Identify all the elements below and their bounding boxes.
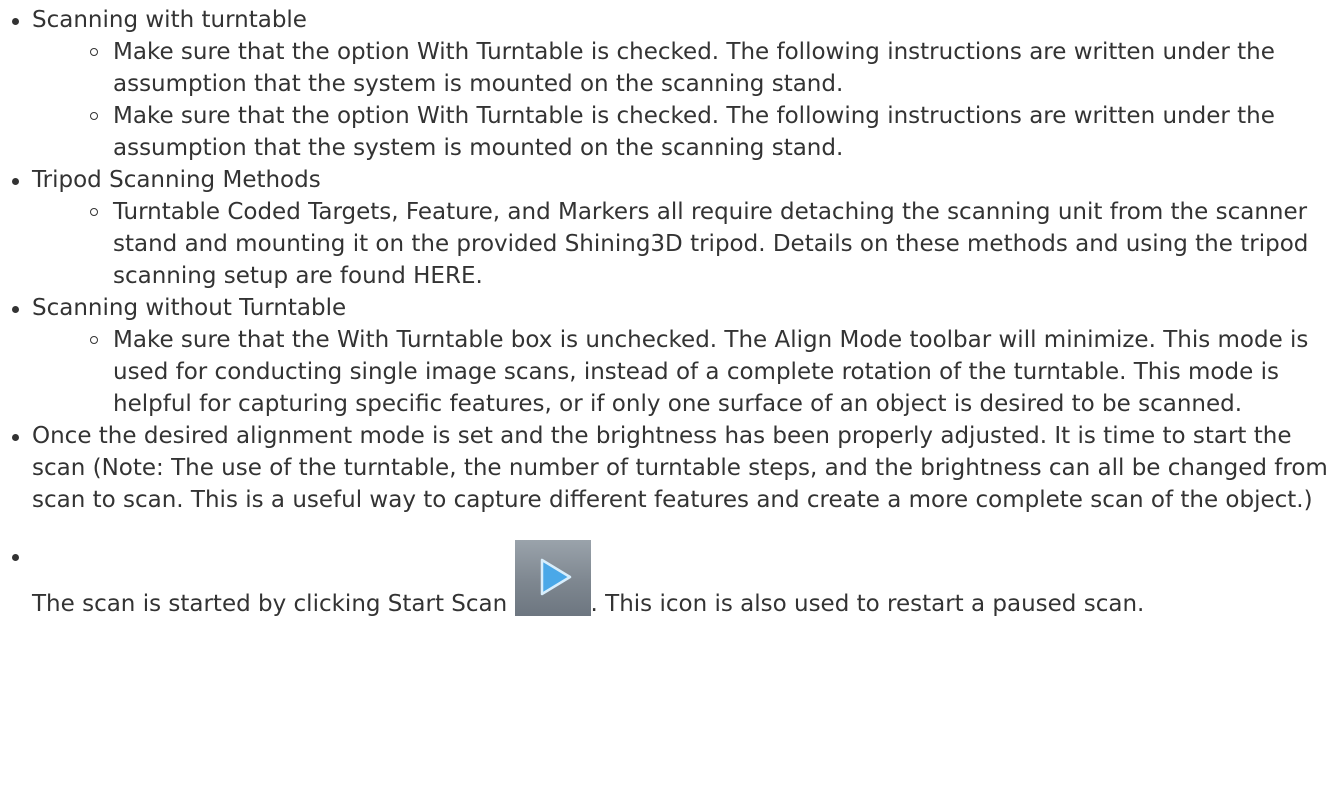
sub-list-item-text: Make sure that the With Turntable box is…: [113, 327, 1309, 417]
sub-list-item: Make sure that the option With Turntable…: [32, 100, 1329, 164]
spacer: [0, 516, 1329, 540]
list-item-start-scan: The scan is started by clicking Start Sc…: [0, 540, 1329, 620]
start-scan-text-before: The scan is started by clicking Start Sc…: [32, 591, 515, 617]
sub-list-item: Make sure that the With Turntable box is…: [32, 324, 1329, 420]
list-item-tripod-scanning-methods: Tripod Scanning Methods Turntable Coded …: [0, 164, 1329, 292]
play-icon[interactable]: [514, 540, 591, 616]
sub-list-item-text: Make sure that the option With Turntable…: [113, 103, 1275, 161]
list-item-label: Scanning without Turntable: [32, 295, 347, 321]
sub-list: Make sure that the option With Turntable…: [32, 36, 1329, 164]
play-icon-graphic: [540, 558, 571, 596]
list-item-scanning-with-turntable: Scanning with turntable Make sure that t…: [0, 4, 1329, 164]
instruction-list: Scanning with turntable Make sure that t…: [0, 4, 1329, 620]
document-page: Scanning with turntable Make sure that t…: [0, 0, 1329, 787]
list-item-text: Once the desired alignment mode is set a…: [32, 423, 1328, 513]
sub-list-item: Make sure that the option With Turntable…: [32, 36, 1329, 100]
sub-list: Make sure that the With Turntable box is…: [32, 324, 1329, 420]
sub-list: Turntable Coded Targets, Feature, and Ma…: [32, 196, 1329, 292]
sub-list-item-text: Make sure that the option With Turntable…: [113, 39, 1275, 97]
sub-list-item: Turntable Coded Targets, Feature, and Ma…: [32, 196, 1329, 292]
list-item-start-scan-note: Once the desired alignment mode is set a…: [0, 420, 1329, 516]
list-item-scanning-without-turntable: Scanning without Turntable Make sure tha…: [0, 292, 1329, 420]
sub-list-item-text: Turntable Coded Targets, Feature, and Ma…: [113, 199, 1309, 289]
list-item-label: Tripod Scanning Methods: [32, 167, 321, 193]
start-scan-text-after: . This icon is also used to restart a pa…: [590, 591, 1145, 617]
list-item-label: Scanning with turntable: [32, 7, 307, 33]
